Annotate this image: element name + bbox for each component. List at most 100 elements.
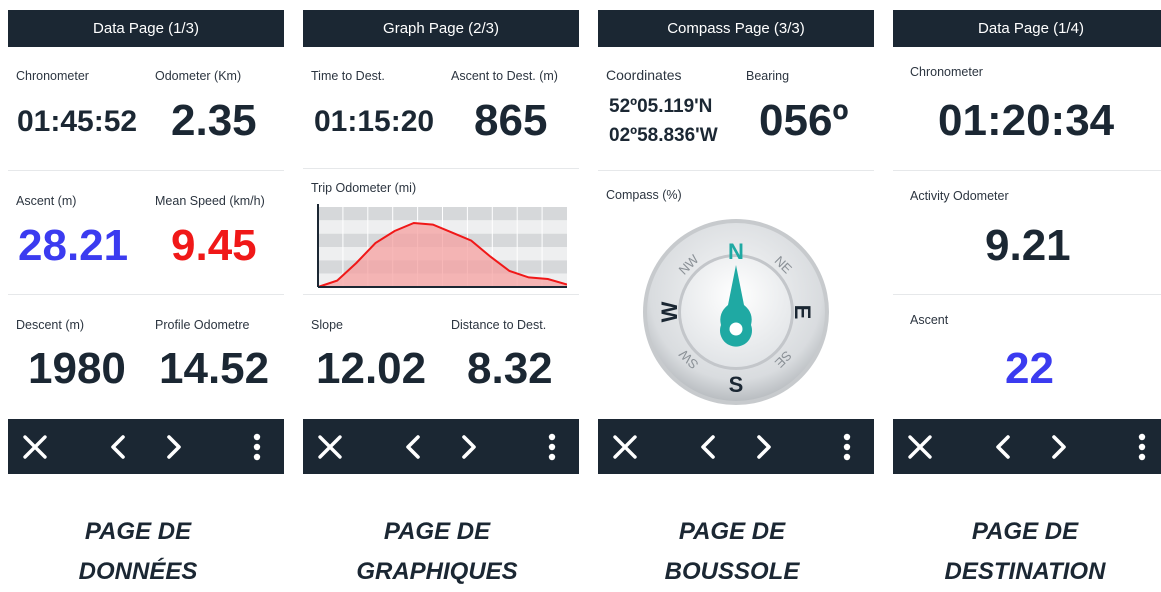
- chevron-right-icon: [1052, 434, 1066, 459]
- close-icon: [23, 434, 47, 459]
- field-value: 22: [1005, 344, 1054, 393]
- compass-w-label: W: [657, 301, 682, 322]
- more-options-button[interactable]: [237, 419, 277, 474]
- bottom-toolbar: [8, 419, 284, 474]
- field-label: Coordinates: [606, 67, 682, 83]
- more-options-button[interactable]: [827, 419, 867, 474]
- close-icon: [908, 434, 932, 459]
- bearing-value: 056º: [759, 96, 849, 145]
- caption-line: PAGE DE: [383, 518, 491, 545]
- compass-e-label: E: [790, 305, 815, 320]
- chevron-right-icon: [167, 434, 181, 459]
- field-label: Compass (%): [606, 188, 682, 202]
- next-page-button[interactable]: [154, 419, 194, 474]
- caption-line: PAGE DE: [84, 518, 192, 545]
- field-value: 9.45: [171, 221, 257, 270]
- next-page-button[interactable]: [1039, 419, 1079, 474]
- chevron-right-icon: [462, 434, 476, 459]
- chevron-left-icon: [701, 434, 715, 459]
- field-value: 01:45:52: [17, 105, 138, 138]
- caption-line: PAGE DE: [678, 518, 786, 545]
- data-page-panel: Data Page (1/3) Chronometer 01:45:52 Odo…: [8, 10, 284, 476]
- page-caption: PAGE DE GRAPHIQUES: [299, 512, 575, 592]
- page-title: Compass Page (3/3): [598, 10, 874, 47]
- field-value: 01:20:34: [938, 96, 1115, 145]
- field-label: Activity Odometer: [910, 189, 1009, 203]
- close-button[interactable]: [15, 419, 55, 474]
- field-label: Odometer (Km): [155, 69, 242, 83]
- page-caption: PAGE DE DONNÉES: [0, 512, 276, 592]
- divider: [598, 170, 874, 171]
- caption-line: DONNÉES: [78, 558, 198, 585]
- field-value: 865: [474, 96, 548, 145]
- close-icon: [613, 434, 637, 459]
- close-icon: [318, 434, 342, 459]
- compass-s-label: S: [729, 372, 744, 397]
- chevron-left-icon: [406, 434, 420, 459]
- divider: [303, 294, 579, 295]
- more-vertical-icon: [1138, 433, 1146, 460]
- field-label: Mean Speed (km/h): [155, 194, 265, 208]
- caption-line: BOUSSOLE: [664, 558, 800, 585]
- graph-page-panel: Graph Page (2/3) Time to Dest. 01:15:20 …: [303, 10, 579, 476]
- page-title: Data Page (1/4): [893, 10, 1161, 47]
- compass-page-panel: Compass Page (3/3) Coordinates 52º05.119…: [598, 10, 874, 476]
- field-value: 9.21: [985, 221, 1071, 270]
- chart-title: Trip Odometer (mi): [311, 181, 417, 195]
- caption-line: GRAPHIQUES: [356, 558, 518, 585]
- trip-odometer-chart: [317, 204, 567, 288]
- field-label: Chronometer: [16, 69, 89, 83]
- field-value: 2.35: [171, 96, 257, 145]
- field-label: Descent (m): [16, 318, 85, 332]
- more-vertical-icon: [548, 433, 556, 460]
- field-value: 1980: [28, 344, 126, 393]
- field-label: Chronometer: [910, 65, 983, 79]
- divider: [893, 294, 1161, 295]
- longitude-value: 02º58.836'W: [609, 125, 718, 146]
- close-button[interactable]: [310, 419, 350, 474]
- next-page-button[interactable]: [449, 419, 489, 474]
- more-options-button[interactable]: [1122, 419, 1161, 474]
- field-label: Ascent (m): [16, 194, 77, 208]
- field-label: Ascent: [910, 313, 949, 327]
- close-button[interactable]: [605, 419, 645, 474]
- field-label: Time to Dest.: [311, 69, 385, 83]
- latitude-value: 52º05.119'N: [609, 96, 713, 117]
- caption-line: PAGE DE: [971, 518, 1079, 545]
- more-options-button[interactable]: [532, 419, 572, 474]
- compass-n-label: N: [728, 239, 744, 264]
- divider: [8, 170, 284, 171]
- bottom-toolbar: [303, 419, 579, 474]
- chevron-left-icon: [111, 434, 125, 459]
- bottom-toolbar: [598, 419, 874, 474]
- divider: [893, 170, 1161, 171]
- field-label: Profile Odometre: [155, 318, 250, 332]
- field-value: 8.32: [467, 344, 553, 393]
- compass-dial: N S E W NE NW SE SW: [643, 219, 829, 405]
- page-title: Graph Page (2/3): [303, 10, 579, 47]
- divider: [8, 294, 284, 295]
- more-vertical-icon: [253, 433, 261, 460]
- next-page-button[interactable]: [744, 419, 784, 474]
- chevron-right-icon: [757, 434, 771, 459]
- field-label: Ascent to Dest. (m): [451, 69, 558, 83]
- field-label: Bearing: [746, 69, 790, 83]
- chevron-left-icon: [996, 434, 1010, 459]
- previous-page-button[interactable]: [393, 419, 433, 474]
- page-caption: PAGE DE BOUSSOLE: [594, 512, 870, 592]
- bottom-toolbar: [893, 419, 1161, 474]
- field-value: 28.21: [18, 221, 129, 270]
- more-vertical-icon: [843, 433, 851, 460]
- caption-line: DESTINATION: [944, 558, 1106, 585]
- destination-page-panel: Data Page (1/4) Chronometer 01:20:34 Act…: [893, 10, 1161, 476]
- field-label: Slope: [311, 318, 343, 332]
- previous-page-button[interactable]: [98, 419, 138, 474]
- previous-page-button[interactable]: [983, 419, 1023, 474]
- field-value: 01:15:20: [314, 105, 435, 138]
- page-title: Data Page (1/3): [8, 10, 284, 47]
- divider: [303, 168, 579, 169]
- previous-page-button[interactable]: [688, 419, 728, 474]
- field-value: 14.52: [159, 344, 270, 393]
- close-button[interactable]: [900, 419, 940, 474]
- field-label: Distance to Dest.: [451, 318, 547, 332]
